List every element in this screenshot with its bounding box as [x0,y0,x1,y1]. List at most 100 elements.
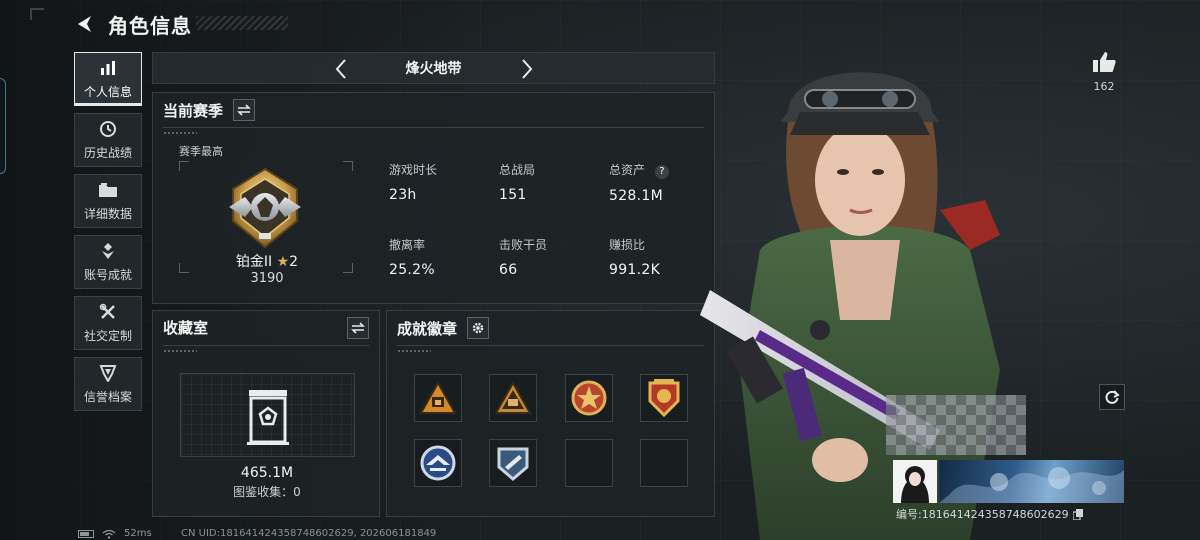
collection-title: 收藏室 [163,319,209,337]
achievement-icon [98,242,118,260]
round-badge-icon [497,447,529,481]
nav-item-personal-info[interactable]: 个人信息 [74,52,142,106]
nav-item-label: 个人信息 [83,84,132,99]
chevron-right-icon [522,59,533,79]
corner-decoration [30,8,44,20]
collection-switch-button[interactable] [347,317,369,339]
rank-name: 铂金II [235,254,273,270]
nav-item-label: 账号成就 [83,267,132,282]
nav-item-label: 社交定制 [83,328,132,343]
collection-value: 465.1M [240,465,294,481]
credit-shield-icon [98,364,118,382]
gear-icon [472,322,484,334]
dots-decoration [163,131,197,135]
stat-value: 66 [499,262,518,278]
nav-item-label: 信誉档案 [83,389,132,404]
rotate-model-button[interactable] [1099,384,1125,410]
mode-name: 烽火地带 [405,61,462,77]
nav-item-label: 历史战绩 [83,145,132,160]
like-button[interactable] [1090,50,1118,78]
swap-icon [237,104,251,116]
avatar [893,460,937,503]
nav-item-social[interactable]: 社交定制 [74,296,142,350]
wifi-icon [102,529,116,539]
nav-item-credit[interactable]: 信誉档案 [74,357,142,411]
back-button[interactable] [74,13,96,35]
badges-panel-header: 成就徽章 [397,317,490,339]
stat-operators-defeated: 击败干员 66 [499,236,547,278]
collection-progress: 图鉴收集：0 [233,485,301,499]
screen-edge-tab[interactable] [0,78,6,174]
mode-next-button[interactable] [515,57,539,81]
player-nameplate[interactable] [893,460,1124,503]
tools-icon [98,303,118,321]
stat-play-time: 游戏时长 23h [389,161,437,203]
nav-item-achievements[interactable]: 账号成就 [74,235,142,289]
like-count: 162 [1093,80,1115,93]
chevron-left-icon [335,59,346,79]
divider [163,345,369,346]
stat-label: 击败干员 [499,238,548,252]
stat-label: 游戏时长 [389,163,438,177]
thumbs-up-icon [1093,52,1116,72]
dots-decoration [397,349,431,353]
refresh-icon [1105,390,1120,404]
stat-extraction-rate: 撤离率 25.2% [389,236,435,278]
badge-slot[interactable] [489,439,537,487]
nav-item-detailed-data[interactable]: 详细数据 [74,174,142,228]
ping-value: 52ms [124,528,152,539]
collection-preview[interactable] [180,373,355,457]
mode-prev-button[interactable] [329,57,353,81]
stat-total-matches: 总战局 151 [499,161,535,203]
pixelated-overlay [886,395,1026,455]
player-id: 编号:1816414243587486026​29 [896,508,1069,521]
stat-label: 撤离率 [389,238,426,252]
battery-icon [78,529,94,538]
status-footer: 52ms [78,528,152,539]
badge-slot[interactable] [414,439,462,487]
vault-cabinet-icon [247,390,289,445]
history-icon [98,120,118,138]
season-switch-button[interactable] [233,99,256,121]
season-panel: 当前赛季 赛季最高 铂金II ★2 3190 游戏时长 23h 总战局 151 … [152,92,715,304]
rank-score: 3190 [250,271,284,286]
stat-label: 总战局 [499,163,536,177]
stat-value: 25.2% [389,262,435,278]
back-arrow-icon [78,16,91,32]
badges-settings-button[interactable] [467,317,490,339]
season-best-label: 赛季最高 [179,145,223,158]
season-panel-header: 当前赛季 [163,99,256,121]
side-navigation: 个人信息 历史战绩 详细数据 账号成就 社交定制 信誉档案 [74,52,142,418]
nav-item-history[interactable]: 历史战绩 [74,113,142,167]
nameplate-banner [939,460,1124,503]
copy-icon[interactable] [1072,508,1083,520]
page-header: 角色信息 [74,10,192,38]
badge-slot[interactable] [414,374,462,422]
badge-slot[interactable] [489,374,537,422]
star-medal-icon [571,380,607,416]
badge-slot[interactable] [565,374,613,422]
rank-name-row: 铂金II ★2 [153,251,381,271]
triangle-badge-icon [494,381,532,414]
page-title: 角色信息 [108,13,192,38]
uid-text: CN UID:1816414243587486026​29, 202606181… [181,528,437,539]
nav-item-label: 详细数据 [83,206,132,221]
stat-value: 151 [499,187,527,203]
collection-panel-header: 收藏室 [163,317,208,338]
star-icon: ★ [276,254,290,270]
rank-stars: 2 [289,254,299,270]
badges-title: 成就徽章 [397,319,458,338]
player-id-row: 编号:1816414243587486026​29 [896,506,1083,522]
round-badge-icon [420,445,456,481]
title-decoration [196,16,288,30]
stat-value: 23h [389,187,417,203]
rank-emblem-icon [229,167,301,249]
season-title: 当前赛季 [163,101,224,120]
divider [163,127,704,128]
mode-selector: 烽火地带 [152,52,715,84]
badge-slot-empty[interactable] [565,439,613,487]
collection-panel: 收藏室 465.1M 图鉴收集：0 [152,310,380,517]
bar-chart-icon [98,59,118,77]
triangle-badge-icon [419,381,457,414]
dots-decoration [163,349,197,353]
